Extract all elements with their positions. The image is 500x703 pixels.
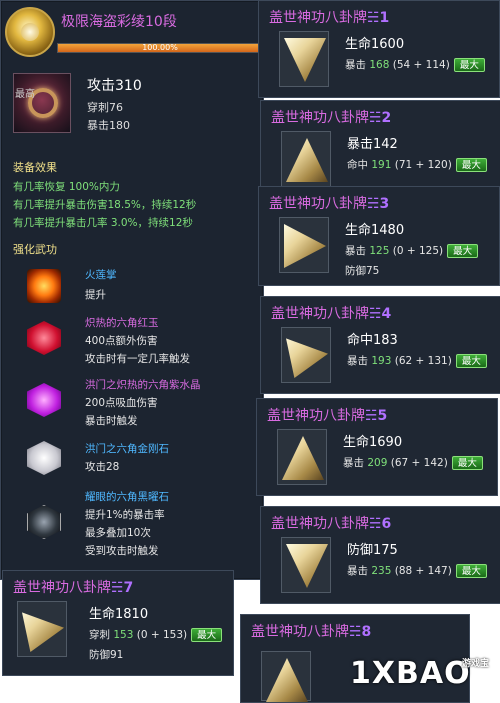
gem-name: 耀眼的六角黑曜石: [85, 491, 169, 503]
gem-desc: 暴击时触发: [85, 415, 138, 427]
card-title: 盖世神功八卦牌☵5: [267, 408, 388, 424]
purple-gem-icon: [27, 383, 61, 417]
gem-name: 洪门之六角金刚石: [85, 443, 169, 455]
gem-desc: 200点吸血伤害: [85, 397, 158, 409]
max-badge: 最大: [191, 628, 223, 642]
effects-section-title: 装备效果: [13, 161, 57, 174]
trigram-tile-icon: [17, 601, 67, 657]
card-sub-stat: 暴击 209 (67 + 142) 最大: [343, 455, 483, 470]
gem-desc: 400点额外伤害: [85, 335, 158, 347]
trigram-tile-icon: [277, 429, 327, 485]
enhance-section-title: 强化武功: [13, 243, 57, 256]
gem-name: 炽热的六角红玉: [85, 317, 159, 329]
card-title: 盖世神功八卦牌☵2: [271, 110, 392, 126]
card-main-stat: 生命1600: [345, 37, 405, 52]
diamond-gem-icon: [27, 441, 61, 475]
gem-desc: 最多叠加10次: [85, 527, 151, 539]
max-badge: 最大: [455, 564, 487, 578]
trigram-card-7: 盖世神功八卦牌☵7 生命1810 穿刺 153 (0 + 153) 最大 防御91: [2, 570, 234, 676]
card-title: 盖世神功八卦牌☵3: [269, 196, 390, 212]
card-sub-stat: 命中 191 (71 + 120) 最大: [347, 157, 487, 172]
trigram-tile-icon: [281, 327, 331, 383]
gem-desc: 攻击28: [85, 461, 120, 473]
card-title: 盖世神功八卦牌☵1: [269, 10, 390, 26]
max-badge: 最大: [451, 456, 483, 470]
card-main-stat: 生命1480: [345, 223, 405, 238]
trigram-card-5: 盖世神功八卦牌☵5 生命1690 暴击 209 (67 + 142) 最大: [256, 398, 498, 496]
watermark-text: 1XBAO: [350, 656, 471, 691]
gem-desc: 提升1%的暴击率: [85, 509, 165, 521]
trigram-tile-icon: [261, 651, 311, 702]
card-main-stat: 暴击142: [347, 137, 398, 152]
card-sub-stat: 暴击 168 (54 + 114) 最大: [345, 57, 485, 72]
card-sub-stat: 暴击 235 (88 + 147) 最大: [347, 563, 487, 578]
durability-text: 100.00%: [142, 43, 178, 52]
durability-bar: 100.00%: [57, 43, 263, 53]
card-main-stat: 生命1690: [343, 435, 403, 450]
card-sub-stat: 暴击 125 (0 + 125) 最大: [345, 243, 479, 258]
equipment-tooltip: 极限海盗彩绫10段 100.00% 最高 攻击310 穿刺76 暴击180 装备…: [0, 0, 264, 580]
card-title: 盖世神功八卦牌☵4: [271, 306, 392, 322]
trigram-card-2: 盖世神功八卦牌☵2 暴击142 命中 191 (71 + 120) 最大: [260, 100, 500, 198]
item-grade-label: 最高: [15, 89, 35, 100]
trigram-card-6: 盖世神功八卦牌☵6 防御175 暴击 235 (88 + 147) 最大: [260, 506, 500, 604]
crit-stat: 暴击180: [87, 119, 130, 132]
obsidian-gem-icon: [27, 505, 61, 539]
trigram-card-4: 盖世神功八卦牌☵4 命中183 暴击 193 (62 + 131) 最大: [260, 296, 500, 394]
tooltip-header: 极限海盗彩绫10段 100.00%: [1, 1, 265, 61]
gem-desc: 受到攻击时触发: [85, 545, 159, 557]
card-third-stat: 防御75: [345, 265, 380, 277]
effect-line: 有几率提升暴击伤害18.5%，持续12秒: [13, 199, 197, 211]
card-main-stat: 防御175: [347, 543, 398, 558]
card-title: 盖世神功八卦牌☵6: [271, 516, 392, 532]
card-sub-stat: 穿刺 153 (0 + 153) 最大: [89, 627, 223, 642]
trigram-card-3: 盖世神功八卦牌☵3 生命1480 暴击 125 (0 + 125) 最大 防御75: [258, 186, 500, 286]
gem-desc: 提升: [85, 289, 106, 301]
item-grade-emblem-icon: [5, 7, 55, 57]
max-badge: 最大: [453, 58, 485, 72]
card-title: 盖世神功八卦牌☵8: [251, 624, 372, 640]
gem-name: 火莲掌: [85, 269, 117, 281]
gem-desc: 攻击时有一定几率触发: [85, 353, 190, 365]
attack-stat: 攻击310: [87, 78, 142, 94]
bracelet-item-icon: [13, 73, 71, 133]
max-badge: 最大: [455, 158, 487, 172]
trigram-tile-icon: [281, 131, 331, 187]
card-main-stat: 生命1810: [89, 607, 149, 622]
trigram-tile-icon: [281, 537, 331, 593]
trigram-card-1: 盖世神功八卦牌☵1 生命1600 暴击 168 (54 + 114) 最大: [258, 0, 500, 98]
trigram-tile-icon: [279, 217, 329, 273]
gem-name: 洪门之炽热的六角紫水晶: [85, 379, 201, 391]
watermark-cn: 游戏宝: [462, 659, 490, 669]
card-third-stat: 防御91: [89, 649, 124, 661]
pierce-stat: 穿刺76: [87, 101, 123, 114]
item-title: 极限海盗彩绫10段: [61, 14, 177, 30]
card-main-stat: 命中183: [347, 333, 398, 348]
trigram-tile-icon: [279, 31, 329, 87]
site-watermark-logo: 1XBAO 游戏宝: [306, 652, 496, 698]
card-title: 盖世神功八卦牌☵7: [13, 580, 134, 596]
max-badge: 最大: [447, 244, 479, 258]
fire-skill-icon: [27, 269, 61, 303]
red-gem-icon: [27, 321, 61, 355]
max-badge: 最大: [455, 354, 487, 368]
card-sub-stat: 暴击 193 (62 + 131) 最大: [347, 353, 487, 368]
effect-line: 有几率恢复 100%内力: [13, 181, 120, 193]
effect-line: 有几率提升暴击几率 3.0%，持续12秒: [13, 217, 193, 229]
